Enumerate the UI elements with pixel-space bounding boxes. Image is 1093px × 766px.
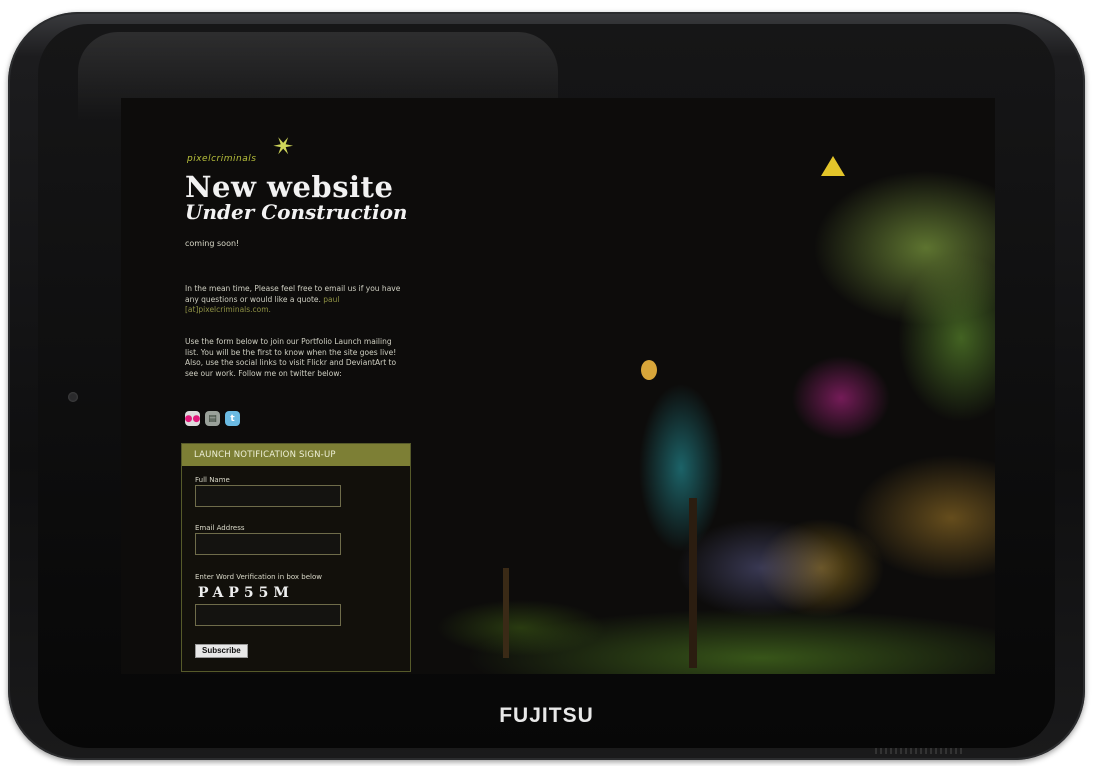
signup-header: LAUNCH NOTIFICATION SIGN-UP bbox=[182, 444, 410, 466]
verification-label: Enter Word Verification in box below bbox=[195, 573, 322, 581]
brand-logo: FUJITSU bbox=[499, 704, 594, 727]
full-name-label: Full Name bbox=[195, 476, 230, 484]
flickr-icon[interactable]: ●● bbox=[185, 411, 200, 426]
captcha-image: PAP55M bbox=[198, 585, 294, 601]
twitter-icon[interactable]: t bbox=[225, 411, 240, 426]
mailing-list-paragraph: Use the form below to join our Portfolio… bbox=[185, 337, 397, 378]
verification-input[interactable] bbox=[195, 604, 341, 626]
social-links: ●● ▤ t bbox=[185, 411, 240, 426]
tree-trunk bbox=[689, 498, 697, 668]
contact-paragraph: In the mean time, Please feel free to em… bbox=[185, 284, 407, 316]
signup-form: LAUNCH NOTIFICATION SIGN-UP Full Name Em… bbox=[181, 443, 411, 672]
site-logo[interactable]: pixelcriminals bbox=[187, 154, 256, 164]
contact-text: In the mean time, Please feel free to em… bbox=[185, 284, 401, 304]
email-input[interactable] bbox=[195, 533, 341, 555]
full-name-input[interactable] bbox=[195, 485, 341, 507]
speaker-grille bbox=[875, 748, 965, 754]
deviantart-icon[interactable]: ▤ bbox=[205, 411, 220, 426]
coming-soon-text: coming soon! bbox=[185, 239, 240, 248]
screen: ✶ pixelcriminals New website Under Const… bbox=[121, 98, 995, 674]
hot-air-balloon bbox=[641, 360, 657, 380]
subscribe-button[interactable]: Subscribe bbox=[195, 644, 248, 658]
email-label: Email Address bbox=[195, 524, 245, 532]
warning-sign bbox=[821, 156, 845, 176]
front-camera bbox=[68, 392, 78, 402]
palm-tree bbox=[503, 568, 509, 658]
page-subtitle: Under Construction bbox=[185, 200, 408, 224]
page-title: New website bbox=[185, 170, 394, 204]
